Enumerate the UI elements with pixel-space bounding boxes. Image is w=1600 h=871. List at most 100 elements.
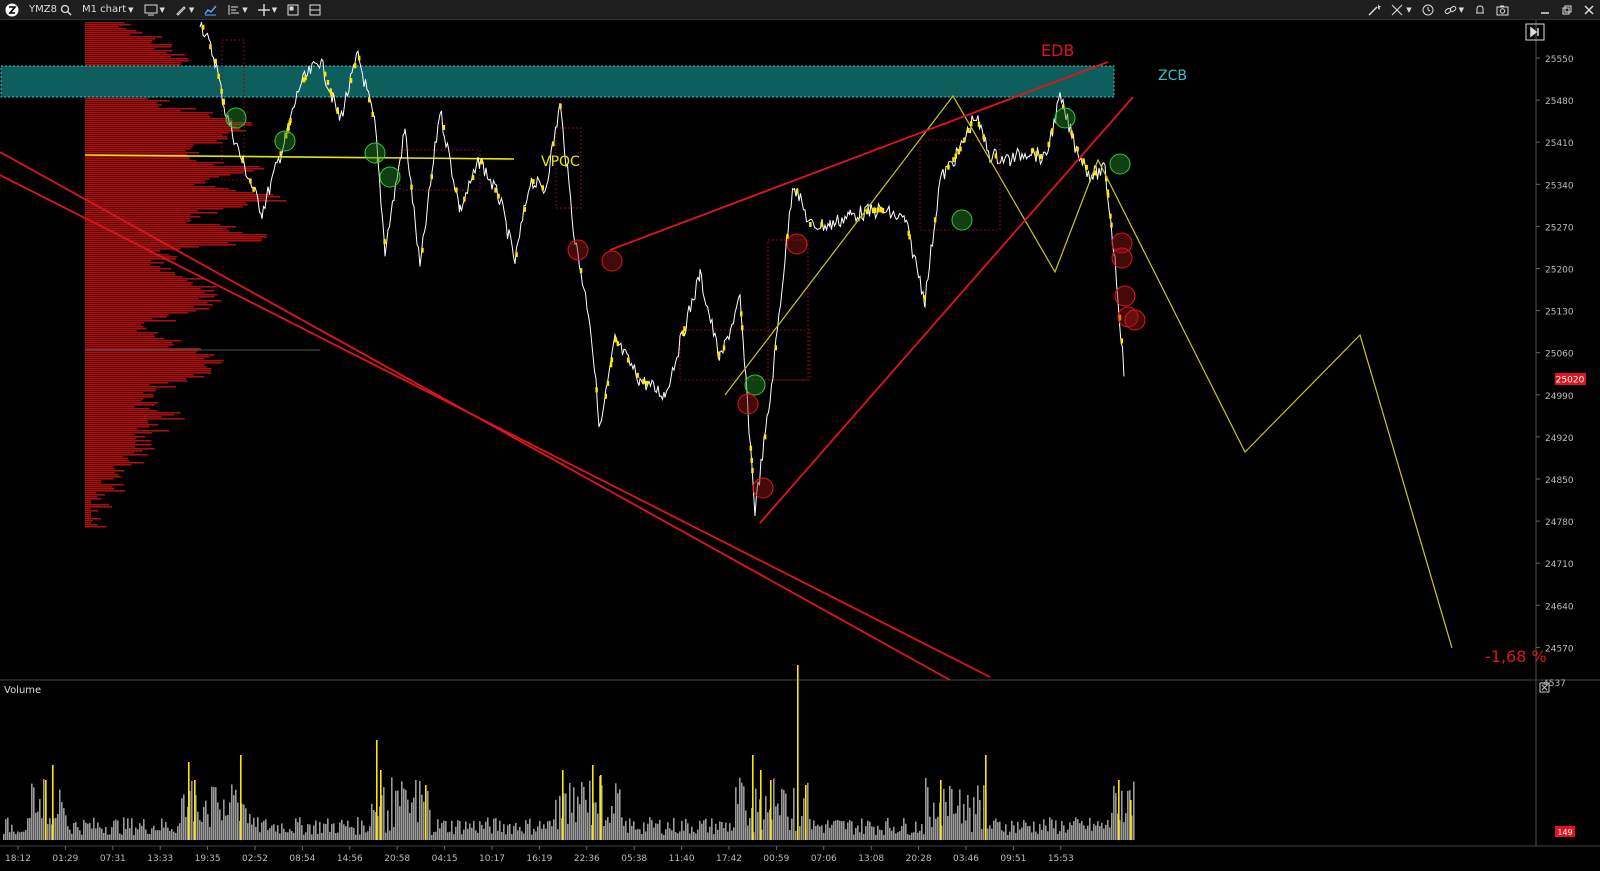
volume-bar	[959, 789, 961, 840]
alerts-button[interactable]	[1417, 0, 1439, 19]
forecast-line	[724, 94, 1453, 649]
link-button[interactable]: ▼	[1439, 0, 1469, 19]
profile-bar	[85, 140, 217, 142]
volume-bar	[243, 804, 245, 840]
time-axis[interactable]: 18:12 01:29 07:31 13:33 19:35 02:52 08:54 14:56…	[5, 846, 1074, 864]
profile-bar	[85, 498, 102, 500]
volume-bar	[913, 832, 915, 840]
profile-bar	[85, 118, 232, 120]
highlight-tick	[881, 207, 884, 213]
zcb-label: ZCB	[1158, 68, 1187, 84]
volume-bar	[697, 829, 699, 840]
chart-settings-button[interactable]: ▼	[139, 0, 170, 19]
volume-bar	[851, 821, 853, 840]
profile-bar	[85, 318, 153, 320]
volume-bar	[79, 830, 81, 840]
layout-button[interactable]	[282, 0, 304, 19]
volume-bar	[449, 831, 451, 840]
crosshair-button[interactable]: ▼	[253, 0, 282, 19]
profile-bar	[85, 278, 206, 280]
volume-bar	[597, 813, 599, 840]
profile-bar	[85, 416, 162, 418]
volume-bar	[1107, 820, 1109, 840]
highlight-tick	[336, 108, 339, 114]
volume-bar	[539, 820, 541, 840]
volume-bar	[869, 821, 871, 840]
profile-bar	[85, 282, 193, 284]
percent-change-label: -1,68 %	[1485, 647, 1547, 666]
profile-bar	[85, 132, 230, 134]
magic-tools-button[interactable]	[1363, 0, 1386, 19]
price-chart[interactable]: EDB ZCB VPOC -1,68 % 25550 25480 25410 2534…	[0, 20, 1600, 867]
volume-bar	[711, 818, 713, 840]
highlight-tick	[933, 217, 937, 223]
minimize-button[interactable]	[1534, 0, 1556, 19]
profile-bar	[85, 300, 222, 302]
volume-bar	[933, 802, 935, 840]
profile-bar	[85, 398, 143, 400]
indicators-button[interactable]: ▼	[222, 0, 252, 19]
profile-bar	[85, 406, 135, 408]
close-button[interactable]	[1578, 0, 1600, 19]
profile-bar	[85, 58, 189, 60]
drawing-tools-button[interactable]: ▼	[170, 0, 199, 19]
highlight-tick	[383, 239, 386, 245]
volume-bar	[657, 823, 659, 840]
volume-bar	[613, 813, 615, 840]
volume-bar	[583, 786, 585, 840]
volume-spike-bar	[1118, 780, 1120, 840]
profile-bar	[85, 328, 147, 330]
profile-bar	[85, 348, 201, 350]
volume-bar	[1041, 829, 1043, 840]
profile-bar	[85, 452, 134, 454]
volume-bar	[391, 777, 393, 840]
app-logo-button[interactable]	[0, 0, 24, 19]
volume-bar	[1127, 790, 1129, 840]
symbol-selector[interactable]: YMZ8	[24, 0, 77, 19]
volume-bar	[125, 829, 127, 840]
maximize-button[interactable]	[1556, 0, 1578, 19]
clock-icon	[1422, 4, 1434, 15]
volume-bar	[545, 828, 547, 840]
volume-max-label: 4537	[1543, 679, 1566, 689]
profile-bar	[85, 170, 254, 172]
sync-button[interactable]: ▼	[1386, 0, 1416, 19]
volume-bar	[261, 822, 263, 840]
volume-bar	[117, 820, 119, 840]
volume-bar	[389, 830, 391, 840]
profile-bar	[85, 322, 145, 324]
time-axis-label: 16:19	[526, 854, 552, 864]
forecast-zigzag[interactable]	[724, 94, 1453, 649]
timeframe-dropdown[interactable]: M1 chart ▼	[77, 0, 139, 19]
profile-bar	[85, 412, 181, 414]
volume-bar	[249, 813, 251, 840]
trend-line	[759, 96, 1134, 524]
chart-toggle-button[interactable]	[1525, 23, 1545, 41]
zcb-zone[interactable]	[0, 65, 1115, 98]
volume-bar	[101, 828, 103, 840]
profile-bar	[85, 432, 153, 434]
volume-bar	[867, 820, 869, 840]
volume-bar	[411, 802, 413, 840]
volume-bar	[99, 827, 101, 840]
profile-bar	[85, 360, 224, 362]
volume-bar	[25, 830, 27, 840]
price-axis[interactable]: 25550 25480 25410 25340 25270 25200 25130 25060…	[1536, 55, 1574, 654]
volume-bar	[733, 827, 735, 840]
highlight-tick	[1120, 338, 1123, 344]
chart-area[interactable]: EDB ZCB VPOC -1,68 % 25550 25480 25410 2534…	[0, 20, 1600, 867]
volume-bar	[29, 817, 31, 840]
volume-bar	[1051, 819, 1053, 840]
bell-button[interactable]	[1469, 0, 1491, 19]
volume-bar	[465, 821, 467, 840]
volume-bar	[303, 834, 305, 840]
screenshot-button[interactable]	[1491, 0, 1514, 19]
line-chart-button[interactable]	[199, 0, 222, 19]
volume-bar	[907, 834, 909, 840]
highlight-tick	[523, 206, 526, 212]
volume-bar	[71, 833, 73, 840]
save-layout-button[interactable]	[304, 0, 326, 19]
price-axis-label: 24920	[1545, 434, 1574, 444]
volume-bar	[929, 816, 931, 840]
volume-bar	[923, 834, 925, 840]
